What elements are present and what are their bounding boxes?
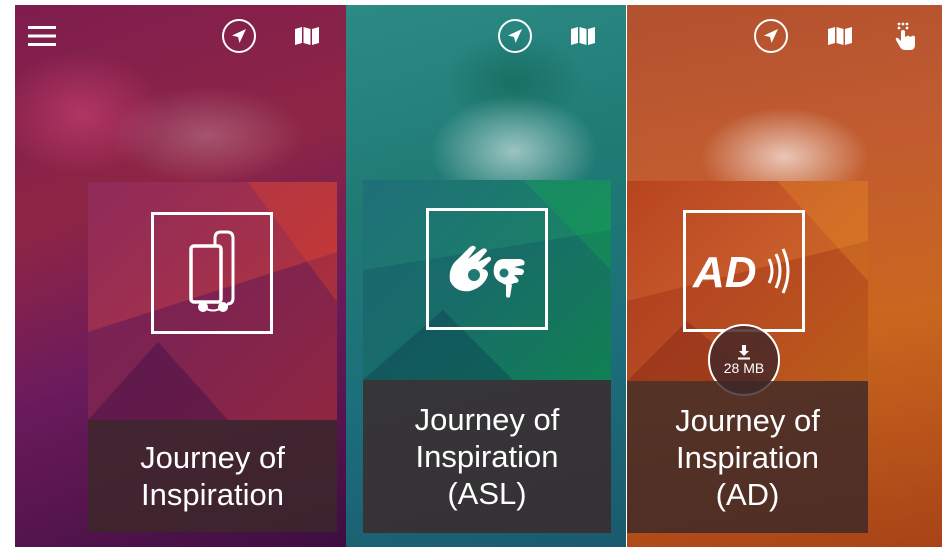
tour-card-asl[interactable]: Journey of Inspiration (ASL): [363, 180, 611, 533]
screen-asl-tour: Journey of Inspiration (ASL): [346, 5, 626, 547]
map-icon[interactable]: [290, 19, 324, 53]
navigation-arrow-icon[interactable]: [498, 19, 532, 53]
card-title: Journey of Inspiration: [88, 420, 337, 532]
card-title-line-1: Journey of: [675, 402, 820, 438]
card-artwork: [363, 180, 611, 380]
ad-logo-text: AD: [692, 248, 757, 297]
card-title-line-2: Inspiration: [140, 477, 284, 512]
card-title-line-3: (ASL): [447, 476, 527, 511]
phone-earbuds-icon: [151, 212, 273, 334]
navigation-arrow-icon[interactable]: [222, 19, 256, 53]
tour-card-ad[interactable]: AD 28 MB Journey of Inspiration (AD): [627, 181, 868, 533]
sign-language-icon: [426, 208, 548, 330]
navigation-arrow-icon[interactable]: [754, 19, 788, 53]
download-icon: [738, 345, 750, 360]
card-title-line-2: Inspiration: [415, 439, 559, 474]
card-title-line-3: (AD): [715, 476, 780, 512]
map-icon[interactable]: [823, 19, 857, 53]
card-title-line-1: Journey of: [140, 440, 285, 475]
screen-standard-tour: Journey of Inspiration: [15, 5, 346, 547]
screen-ad-tour: AD 28 MB Journey of Inspiration (AD): [627, 5, 942, 547]
menu-icon[interactable]: [25, 19, 59, 53]
tap-gesture-icon[interactable]: [889, 19, 923, 53]
map-icon[interactable]: [566, 19, 600, 53]
card-artwork: AD 28 MB: [627, 181, 868, 396]
card-title-line-1: Journey of: [414, 402, 560, 437]
card-title-line-2: Inspiration: [675, 439, 819, 475]
card-artwork: [88, 182, 337, 420]
card-title: Journey of Inspiration (AD): [627, 381, 868, 533]
tour-card-standard[interactable]: Journey of Inspiration: [88, 182, 337, 532]
audio-description-icon: AD: [683, 210, 805, 332]
card-title: Journey of Inspiration (ASL): [363, 380, 611, 533]
download-size-label: 28 MB: [723, 360, 765, 376]
